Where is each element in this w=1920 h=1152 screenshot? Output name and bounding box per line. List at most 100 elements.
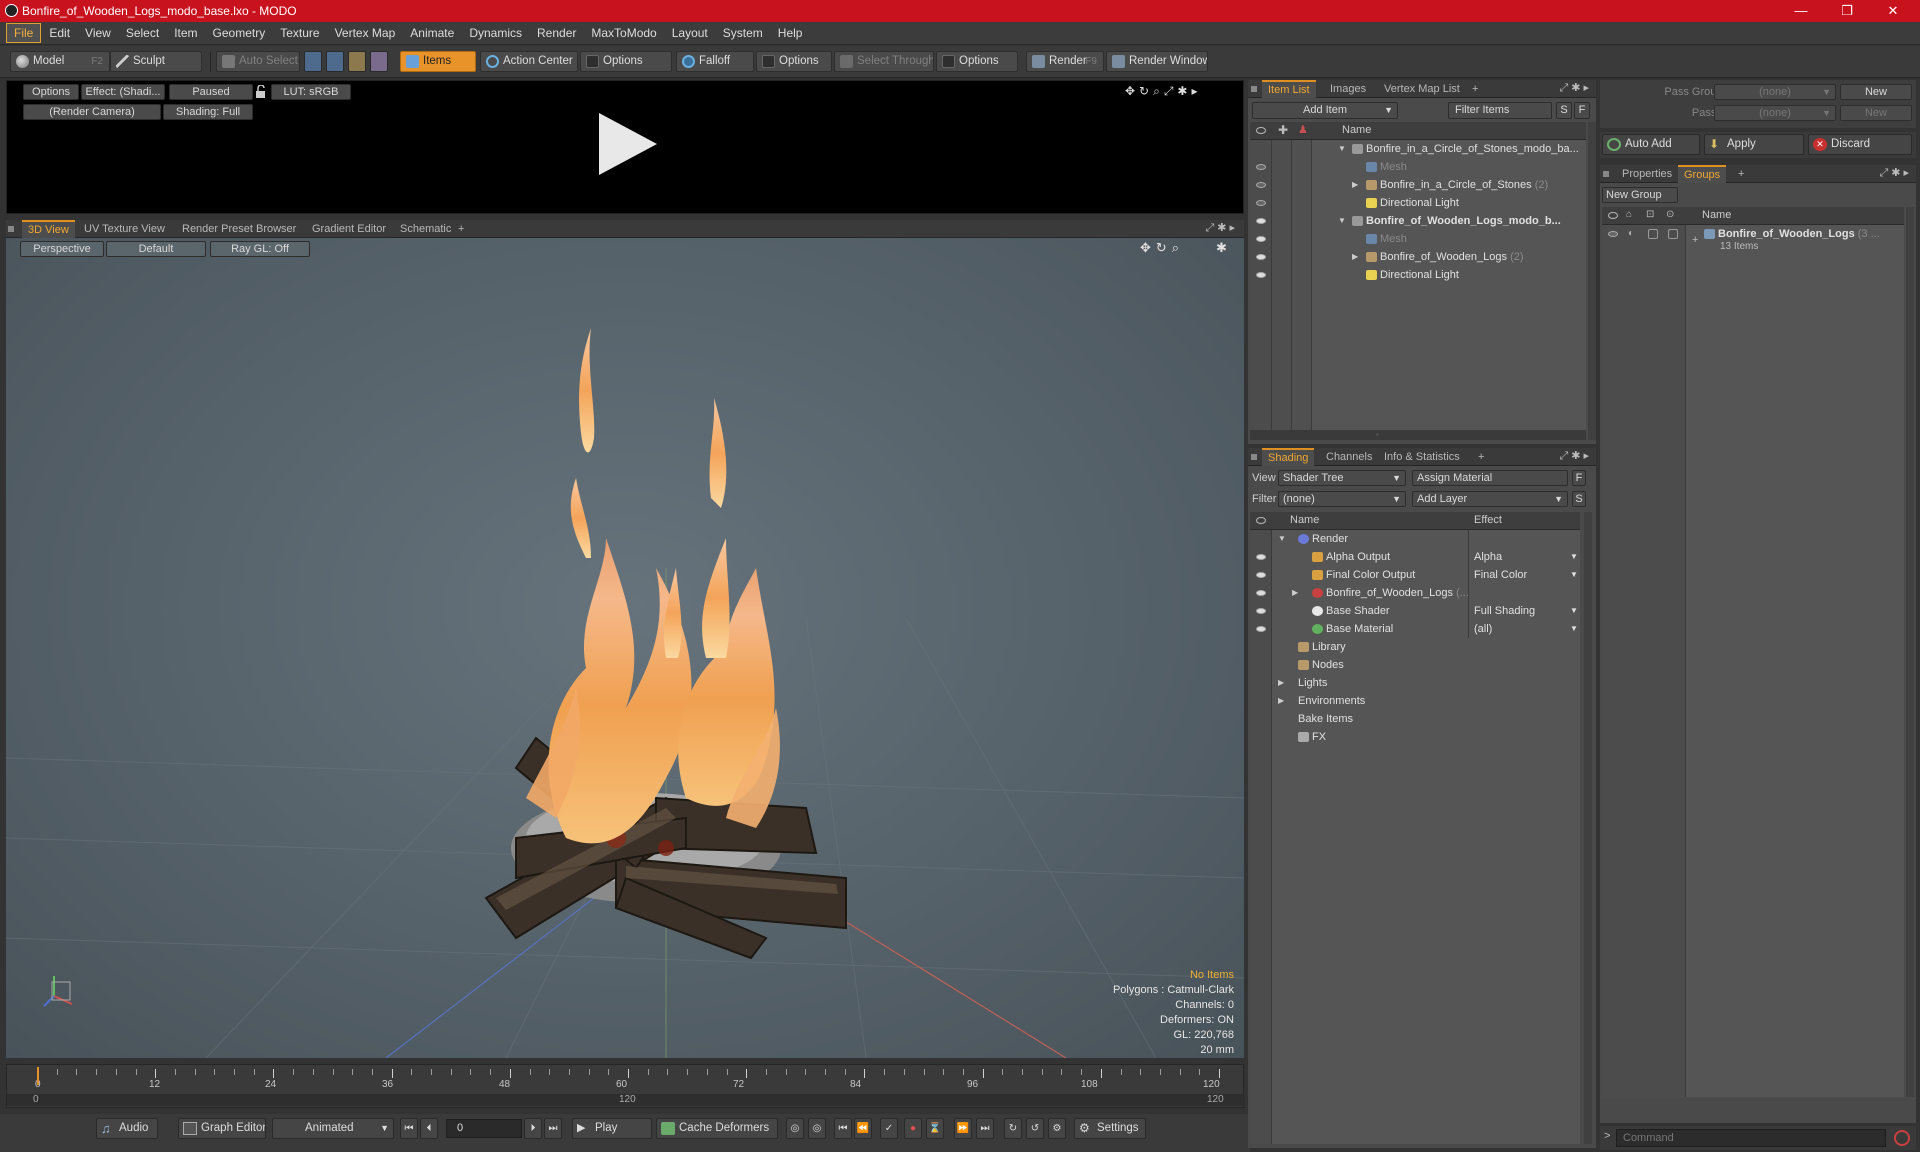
lock-column-icon[interactable]: ✚ [1278, 123, 1288, 137]
effect-value[interactable]: Final Color [1474, 566, 1527, 584]
tab-images[interactable]: Images [1324, 80, 1372, 98]
expand-arrow-icon[interactable]: ▼ [1278, 530, 1286, 548]
menu-layout[interactable]: Layout [665, 24, 715, 42]
action-center-button[interactable]: Action Center [480, 51, 578, 72]
3d-viewport[interactable]: Perspective Default Ray GL: Off ✥↻⌕ ✱ No… [6, 238, 1244, 1058]
item-row[interactable]: ▼ Bonfire_of_Wooden_Logs_modo_b... [1250, 212, 1586, 230]
shader-row[interactable]: ▶ Lights [1250, 674, 1580, 692]
render-camera-dropdown[interactable]: (Render Camera) [23, 104, 161, 120]
keyframe-mode-2-icon[interactable]: ◎ [808, 1118, 826, 1139]
go-to-end-icon[interactable]: ⏭ [544, 1118, 562, 1139]
render-toggle-icon[interactable]: ◐ [1628, 225, 1634, 243]
tab-render-preset-browser[interactable]: Render Preset Browser [176, 220, 302, 238]
item-row[interactable]: ▶ Bonfire_in_a_Circle_of_Stones (2) [1250, 176, 1586, 194]
shader-row[interactable]: ▼ Render [1250, 530, 1580, 548]
loop-icon[interactable]: ↻ [1004, 1118, 1022, 1139]
menu-view[interactable]: View [78, 24, 118, 42]
minimize-button[interactable]: — [1778, 0, 1824, 22]
cache-deformers-button[interactable]: Cache Deformers [656, 1118, 778, 1139]
eye-icon[interactable] [1256, 608, 1266, 614]
shader-row[interactable]: Bake Items [1250, 710, 1580, 728]
visibility-column-icon[interactable] [1256, 127, 1266, 134]
effect-value[interactable]: Full Shading [1474, 602, 1535, 620]
edges-mode-icon[interactable] [326, 51, 344, 72]
effect-column-header[interactable]: Effect [1474, 514, 1502, 526]
add-item-dropdown[interactable]: Add Item ▼ [1252, 102, 1398, 119]
shader-row[interactable]: Library [1250, 638, 1580, 656]
prev-key-2-icon[interactable]: ⏪ [854, 1118, 872, 1139]
select-column-icon[interactable]: ⊙ [1666, 209, 1674, 220]
preview-nav-icons[interactable]: ✥↻⌕⤢✱▸ [1125, 84, 1243, 98]
frame-field[interactable]: 0 [446, 1119, 522, 1138]
vertices-mode-icon[interactable] [304, 51, 322, 72]
menu-vertex-map[interactable]: Vertex Map [328, 24, 403, 42]
menu-system[interactable]: System [716, 24, 770, 42]
expand-arrow-icon[interactable]: ▶ [1292, 584, 1298, 602]
expand-arrow-icon[interactable]: ▼ [1338, 212, 1346, 230]
maximize-button[interactable]: ❐ [1824, 0, 1870, 22]
command-history-icon[interactable] [1894, 1130, 1910, 1146]
add-tab-button[interactable]: + [1472, 448, 1490, 466]
range-bar[interactable]: 0 120 120 [7, 1094, 1245, 1106]
tab-channels[interactable]: Channels [1320, 448, 1378, 466]
next-key-2-icon[interactable]: ⏭ [976, 1118, 994, 1139]
view-dropdown[interactable]: Shader Tree ▼ [1278, 470, 1406, 486]
command-input[interactable] [1616, 1129, 1886, 1147]
add-tab-button[interactable]: + [452, 220, 470, 238]
timeline[interactable]: 0 12 24 36 48 60 72 84 96 108 120 0 120 … [6, 1064, 1245, 1108]
dropdown-arrow-icon[interactable]: ▼ [1570, 602, 1578, 620]
menu-animate[interactable]: Animate [403, 24, 461, 42]
tab-groups[interactable]: Groups [1678, 165, 1727, 183]
item-row[interactable]: ▼ Bonfire_in_a_Circle_of_Stones_modo_ba.… [1250, 140, 1586, 158]
shader-row[interactable]: Base Shader Full Shading ▼ [1250, 602, 1580, 620]
menu-render[interactable]: Render [530, 24, 583, 42]
eye-icon[interactable] [1256, 164, 1266, 170]
sculpt-mode-button[interactable]: Sculpt [110, 51, 202, 72]
menu-edit[interactable]: Edit [42, 24, 77, 42]
auto-select-button[interactable]: Auto Select [216, 51, 300, 72]
keyframe-mode-icon[interactable]: ◎ [786, 1118, 804, 1139]
filter-dropdown[interactable]: (none) ▼ [1278, 491, 1406, 507]
lock-icon[interactable] [255, 84, 267, 99]
settings-small-icon[interactable]: ⚙ [1048, 1118, 1066, 1139]
polygons-mode-icon[interactable] [348, 51, 366, 72]
step-back-icon[interactable]: ⏴ [420, 1118, 438, 1139]
shader-row[interactable]: FX [1250, 728, 1580, 746]
tab-3d-view[interactable]: 3D View [22, 220, 75, 238]
lock-column-icon[interactable]: ⊡ [1646, 209, 1654, 220]
item-list-vscrollbar[interactable] [1588, 122, 1596, 440]
render-button[interactable]: Render F9 [1026, 51, 1104, 72]
render-column-icon[interactable]: ⌂ [1626, 209, 1632, 220]
item-row[interactable]: Mesh [1250, 230, 1586, 248]
eye-icon[interactable] [1256, 200, 1266, 206]
dropdown-arrow-icon[interactable]: ▼ [1570, 620, 1578, 638]
tab-gradient-editor[interactable]: Gradient Editor [306, 220, 392, 238]
item-row[interactable]: ▶ Bonfire_of_Wooden_Logs (2) [1250, 248, 1586, 266]
item-list-s-button[interactable]: S [1556, 102, 1572, 119]
item-row[interactable]: Mesh [1250, 158, 1586, 176]
item-row[interactable]: Directional Light [1250, 194, 1586, 212]
tab-item-list[interactable]: Item List [1262, 80, 1316, 98]
effect-value[interactable]: Alpha [1474, 548, 1502, 566]
animated-dropdown[interactable]: Animated ▼ [272, 1118, 394, 1139]
preview-paused-button[interactable]: Paused [169, 84, 253, 100]
group-row[interactable]: ◐ + Bonfire_of_Wooden_Logs (3 ... 13 Ite… [1602, 225, 1904, 255]
tab-uv-texture-view[interactable]: UV Texture View [78, 220, 171, 238]
action-center-options-button[interactable]: Options [580, 51, 672, 72]
eye-icon[interactable] [1256, 182, 1266, 188]
shader-row[interactable]: Final Color Output Final Color ▼ [1250, 566, 1580, 584]
expand-plus-icon[interactable]: + [1692, 231, 1698, 249]
item-list-f-button[interactable]: F [1574, 102, 1590, 119]
auto-key-icon[interactable]: ⌛ [926, 1118, 944, 1139]
tab-shading[interactable]: Shading [1262, 448, 1315, 466]
preview-options-button[interactable]: Options [23, 84, 79, 100]
menu-file[interactable]: File [6, 23, 42, 43]
viewport-panel-controls-icon[interactable]: ⤢✱▸ [1205, 221, 1238, 235]
close-button[interactable]: ✕ [1870, 0, 1916, 22]
eye-icon[interactable] [1256, 272, 1266, 278]
items-mode-button[interactable]: Items [400, 51, 476, 72]
menu-dynamics[interactable]: Dynamics [462, 24, 529, 42]
effect-value[interactable]: (all) [1474, 620, 1492, 638]
shader-row[interactable]: Nodes [1250, 656, 1580, 674]
item-list-panel-controls-icon[interactable]: ⤢✱▸ [1559, 81, 1592, 95]
